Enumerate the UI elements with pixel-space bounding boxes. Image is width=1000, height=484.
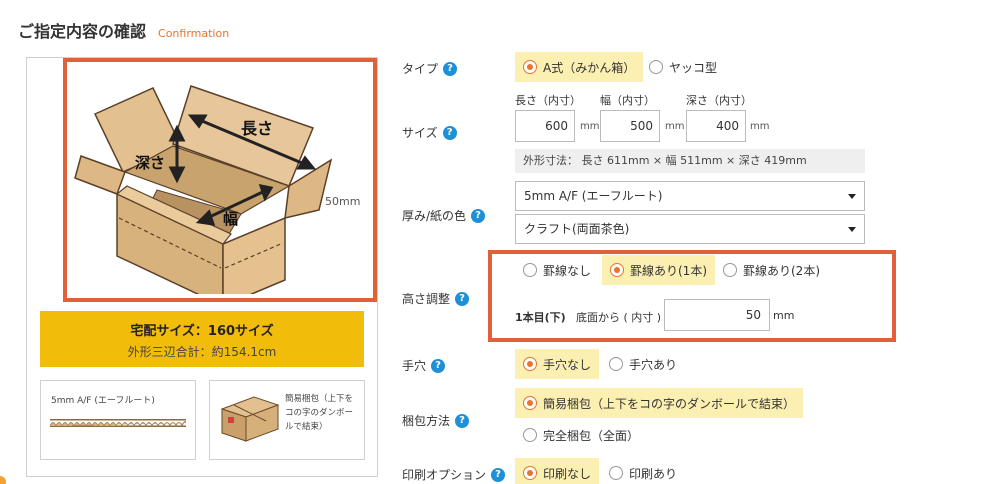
from-bottom-label: 底面から ( 内寸 ) <box>576 311 662 324</box>
radio-icon[interactable] <box>723 263 737 277</box>
crease-line-label: 1本目(下) <box>515 311 566 324</box>
type-label-text: タイプ <box>402 62 439 76</box>
outer-total: 外形三辺合計：約154.1cm <box>127 345 277 359</box>
height-adjust-label: 高さ調整 ? <box>402 290 470 307</box>
crease-one-option[interactable]: 罫線あり(1本) <box>602 255 715 285</box>
chevron-down-icon <box>848 227 856 232</box>
length-label: 長さ <box>241 119 273 138</box>
type-option-a-label: A式（みかん箱） <box>543 60 636 75</box>
depth-input[interactable]: 400 <box>686 110 746 142</box>
depth-unit: mm <box>750 121 770 132</box>
length-dim-label: 長さ（内寸） <box>515 94 581 107</box>
handhole-none-label: 手穴なし <box>543 357 592 372</box>
outer-dimensions: 外形寸法： 長さ 611mm × 幅 511mm × 深さ 419mm <box>515 149 865 173</box>
print-yes-label: 印刷あり <box>629 466 678 481</box>
scroll-top-dot[interactable] <box>0 476 6 484</box>
length-input[interactable]: 600 <box>515 110 575 142</box>
type-option-yakko[interactable]: ヤッコ型 <box>641 52 725 82</box>
radio-icon[interactable] <box>523 357 537 371</box>
width-unit: mm <box>665 121 685 132</box>
radio-icon[interactable] <box>649 60 663 74</box>
help-icon[interactable]: ? <box>431 358 446 373</box>
color-select[interactable]: クラフト(両面茶色) <box>515 214 865 244</box>
radio-icon[interactable] <box>523 60 537 74</box>
box-illustration-frame: 長さ 深さ 幅 <box>63 58 377 302</box>
thickness-label: 50mm <box>325 195 361 208</box>
delivery-size: 宅配サイズ：160サイズ <box>130 324 274 339</box>
length-unit: mm <box>580 121 600 132</box>
crease-two-option[interactable]: 罫線あり(2本) <box>715 255 828 285</box>
radio-icon[interactable] <box>609 466 623 480</box>
packing-card-text: 簡易梱包（上下をコの字のダンボールで結束） <box>285 394 354 432</box>
width-label: 幅 <box>223 210 238 228</box>
size-label-text: サイズ <box>402 126 438 140</box>
packed-box-icon <box>220 396 280 442</box>
handhole-label-text: 手穴 <box>402 359 427 373</box>
radio-icon[interactable] <box>523 396 537 410</box>
print-none-label: 印刷なし <box>543 466 592 481</box>
print-option-label: 印刷オプション ? <box>402 466 506 483</box>
radio-icon[interactable] <box>523 428 537 442</box>
packing-label-text: 梱包方法 <box>402 414 451 428</box>
depth-label: 深さ <box>135 154 165 172</box>
crease-height-input[interactable]: 50 <box>664 299 770 331</box>
flute-cross-section-icon <box>50 419 186 427</box>
page-title: ご指定内容の確認 Confirmation <box>18 18 229 42</box>
handhole-label: 手穴 ? <box>402 357 446 374</box>
flute-card: 5mm A/F (エーフルート) <box>40 380 196 460</box>
box-illustration: 長さ 深さ 幅 <box>74 85 333 294</box>
type-option-a[interactable]: A式（みかん箱） <box>515 52 644 82</box>
color-select-value: クラフト(両面茶色) <box>524 222 630 236</box>
type-label: タイプ ? <box>402 60 458 77</box>
handhole-yes-option[interactable]: 手穴あり <box>601 349 685 379</box>
page-subtitle: Confirmation <box>158 27 230 40</box>
radio-icon[interactable] <box>523 466 537 480</box>
packing-full-label: 完全梱包（全面） <box>543 428 640 443</box>
help-icon[interactable]: ? <box>455 291 470 306</box>
radio-icon[interactable] <box>610 263 624 277</box>
packing-label: 梱包方法 ? <box>402 412 470 429</box>
help-icon[interactable]: ? <box>442 125 457 140</box>
crease-none-option[interactable]: 罫線なし <box>515 255 599 285</box>
thickness-color-label: 厚み/紙の色 ? <box>402 207 486 224</box>
delivery-size-banner: 宅配サイズ：160サイズ 外形三辺合計：約154.1cm <box>40 311 364 367</box>
preview-panel: 長さ 深さ 幅 50mm 宅配サイズ：160サイズ 外形三辺合計：約154.1c… <box>26 57 378 477</box>
crease-one-label: 罫線あり(1本) <box>630 263 707 278</box>
packing-card: 簡易梱包（上下をコの字のダンボールで結束） <box>209 380 365 460</box>
packing-simple-option[interactable]: 簡易梱包（上下をコの字のダンボールで結束） <box>515 388 804 418</box>
type-option-yakko-label: ヤッコ型 <box>669 60 718 75</box>
crease-none-label: 罫線なし <box>543 263 592 278</box>
height-adjust-label-text: 高さ調整 <box>402 292 451 306</box>
help-icon[interactable]: ? <box>491 467 506 482</box>
flute-select-value: 5mm A/F (エーフルート) <box>524 189 663 203</box>
help-icon[interactable]: ? <box>443 61 458 76</box>
chevron-down-icon <box>848 194 856 199</box>
flute-card-label: 5mm A/F (エーフルート) <box>51 396 155 406</box>
help-icon[interactable]: ? <box>455 413 470 428</box>
print-none-option[interactable]: 印刷なし <box>515 458 600 484</box>
crease-two-label: 罫線あり(2本) <box>743 263 820 278</box>
handhole-none-option[interactable]: 手穴なし <box>515 349 600 379</box>
handhole-yes-label: 手穴あり <box>629 357 678 372</box>
width-input[interactable]: 500 <box>600 110 660 142</box>
width-dim-label: 幅（内寸） <box>600 94 655 107</box>
crease-height-unit: mm <box>773 309 795 322</box>
packing-full-option[interactable]: 完全梱包（全面） <box>515 420 647 450</box>
page-title-text: ご指定内容の確認 <box>18 22 147 41</box>
radio-icon[interactable] <box>523 263 537 277</box>
depth-dim-label: 深さ（内寸） <box>686 94 752 107</box>
print-yes-option[interactable]: 印刷あり <box>601 458 685 484</box>
packing-simple-label: 簡易梱包（上下をコの字のダンボールで結束） <box>543 396 796 411</box>
radio-icon[interactable] <box>609 357 623 371</box>
thickness-color-label-text: 厚み/紙の色 <box>402 209 467 223</box>
print-option-label-text: 印刷オプション <box>402 468 487 482</box>
size-label: サイズ ? <box>402 124 457 141</box>
help-icon[interactable]: ? <box>471 208 486 223</box>
flute-select[interactable]: 5mm A/F (エーフルート) <box>515 181 865 211</box>
